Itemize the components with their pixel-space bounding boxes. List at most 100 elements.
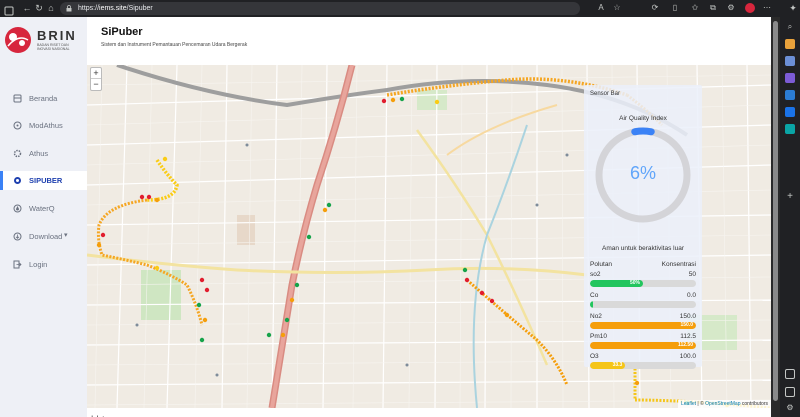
page-title: SiPuber <box>101 26 143 38</box>
settings-icon[interactable]: ⚙ <box>726 3 736 13</box>
sidebar-item-beranda[interactable]: Beranda <box>0 89 87 108</box>
zoom-control: + − <box>90 67 102 91</box>
home-browser-icon[interactable]: ⌂ <box>46 3 56 13</box>
aqi-label: Air Quality Index <box>619 115 667 122</box>
lock-icon <box>66 5 72 12</box>
sidebar-item-label: Athus <box>29 149 49 158</box>
aqi-gauge-fill <box>631 127 655 136</box>
pollutant-row: so2 50 50% <box>590 271 696 291</box>
pollutant-bar <box>590 301 696 308</box>
map-attribution: Leaflet | © OpenStreetMap contributors <box>678 400 771 408</box>
sidebar-item-waterq[interactable]: WaterQ <box>0 199 87 218</box>
office-icon[interactable] <box>785 90 795 100</box>
brin-logo-icon <box>5 27 31 53</box>
sidebar-item-sipuber[interactable]: SIPUBER <box>0 171 87 190</box>
brin-logo[interactable]: BRIN BADAN RISET DAN INOVASI NASIONAL <box>4 26 82 58</box>
pollutant-row: Co 0.0 <box>590 292 696 312</box>
url-host: https:// <box>78 5 100 12</box>
pollutant-bar: 33.3 <box>590 362 696 369</box>
sidebar-layout-icon[interactable] <box>785 369 795 379</box>
aqi-value: 6% <box>629 163 656 183</box>
browser-tab-icon[interactable] <box>4 3 14 16</box>
extensions-icon[interactable]: ⟳ <box>650 3 660 13</box>
pollutant-name: O3 <box>590 353 599 360</box>
page-footer: delete <box>87 408 771 417</box>
outlook-icon[interactable] <box>785 107 795 117</box>
more-menu-icon[interactable]: ⋯ <box>762 3 772 13</box>
sidebar-item-label: Download <box>29 232 63 241</box>
pollutant-bar: 150.0 <box>590 322 696 329</box>
pollutant-name: No2 <box>590 313 602 320</box>
back-icon[interactable]: ← <box>22 3 32 13</box>
sensor-panel-title: Sensor Bar <box>590 91 621 97</box>
sidebar: BRIN BADAN RISET DAN INOVASI NASIONAL Be… <box>0 17 87 417</box>
home-icon <box>13 94 22 103</box>
building-block <box>237 215 255 245</box>
page-scrollbar[interactable] <box>771 17 780 417</box>
water-icon <box>13 204 22 213</box>
tools-icon[interactable] <box>785 56 795 66</box>
sidebar-item-label: Beranda <box>29 94 58 103</box>
pollutant-bar-fill: 33.3 <box>590 362 626 369</box>
window-icon[interactable] <box>785 387 795 397</box>
sensor-icon <box>14 177 21 184</box>
pollutant-bar-fill: 112.50 <box>590 342 696 349</box>
concentration-column-header: Konsentrasi <box>661 261 696 268</box>
zoom-in-button[interactable]: + <box>91 68 101 79</box>
osm-link[interactable]: OpenStreetMap <box>705 401 740 407</box>
pollutant-name: so2 <box>590 271 601 278</box>
pollutant-column-header: Polutan <box>590 261 613 268</box>
refresh-icon[interactable]: ↻ <box>34 3 44 13</box>
page: BRIN BADAN RISET DAN INOVASI NASIONAL Be… <box>0 17 771 417</box>
copilot-icon[interactable]: ✦ <box>787 2 799 14</box>
sidebar-item-login[interactable]: Login <box>0 255 87 274</box>
split-screen-icon[interactable]: ▯ <box>670 3 680 13</box>
collections-icon[interactable]: ⧉ <box>708 3 718 13</box>
sidebar-item-athus[interactable]: Athus <box>0 144 87 163</box>
pollutant-row: Pm10 112.5 112.50 <box>590 333 696 353</box>
logo-text: BRIN <box>37 28 77 43</box>
pollutant-value: 150.0 <box>679 313 696 320</box>
pollutant-value: 112.5 <box>680 333 696 340</box>
edge-sidebar: ⌕ + ⚙ <box>780 17 800 417</box>
map-view[interactable]: + − Leaflet | © OpenStreetMap contributo… <box>87 65 771 408</box>
logo-subtext: BADAN RISET DAN INOVASI NASIONAL <box>37 43 70 51</box>
url-domain: iems.site <box>99 5 127 12</box>
attribution-separator: | © <box>696 401 706 407</box>
favorites-icon[interactable]: ✩ <box>690 3 700 13</box>
scrollbar-thumb[interactable] <box>773 21 778 401</box>
pollutant-bar: 112.50 <box>590 342 696 349</box>
pollutant-value: 0.0 <box>686 292 696 299</box>
zoom-out-button[interactable]: − <box>91 79 101 90</box>
games-icon[interactable] <box>785 73 795 83</box>
login-icon <box>13 260 22 269</box>
profile-avatar[interactable] <box>745 3 755 13</box>
sidebar-item-modathus[interactable]: ModAthus <box>0 116 87 135</box>
star-icon[interactable]: ☆ <box>612 3 622 13</box>
attribution-tail: contributors <box>740 401 768 407</box>
cloud-icon <box>13 121 22 130</box>
chevron-down-icon: ▾ <box>64 232 68 239</box>
shopping-icon[interactable] <box>785 39 795 49</box>
aqi-status: Aman untuk beraktivitas luar <box>601 245 684 252</box>
sidebar-item-label: Login <box>29 260 48 269</box>
pollutant-row: No2 150.0 150.0 <box>590 313 696 333</box>
pollutant-name: Co <box>590 292 599 299</box>
reader-icon[interactable]: A <box>596 3 606 13</box>
add-icon[interactable]: + <box>785 192 795 202</box>
sidebar-item-download[interactable]: Download ▾ <box>0 227 87 246</box>
leaflet-link[interactable]: Leaflet <box>681 401 696 407</box>
pollutant-value: 50 <box>688 271 696 278</box>
search-icon[interactable]: ⌕ <box>785 22 795 32</box>
pollutant-value: 100.0 <box>679 353 696 360</box>
download-icon <box>13 232 22 241</box>
gear-icon <box>13 149 22 158</box>
sidebar-item-label: ModAthus <box>29 121 63 130</box>
url-path: /Sipuber <box>126 5 153 12</box>
drop-icon[interactable] <box>785 124 795 134</box>
page-subtitle: Sistem dan Instrument Pemantauan Pencema… <box>101 42 248 48</box>
edge-settings-icon[interactable]: ⚙ <box>785 403 795 413</box>
pollutant-bar-fill: 150.0 <box>590 322 696 329</box>
address-bar[interactable]: https://iems.site/Sipuber <box>60 2 580 15</box>
pollutant-bar-fill <box>590 301 593 308</box>
